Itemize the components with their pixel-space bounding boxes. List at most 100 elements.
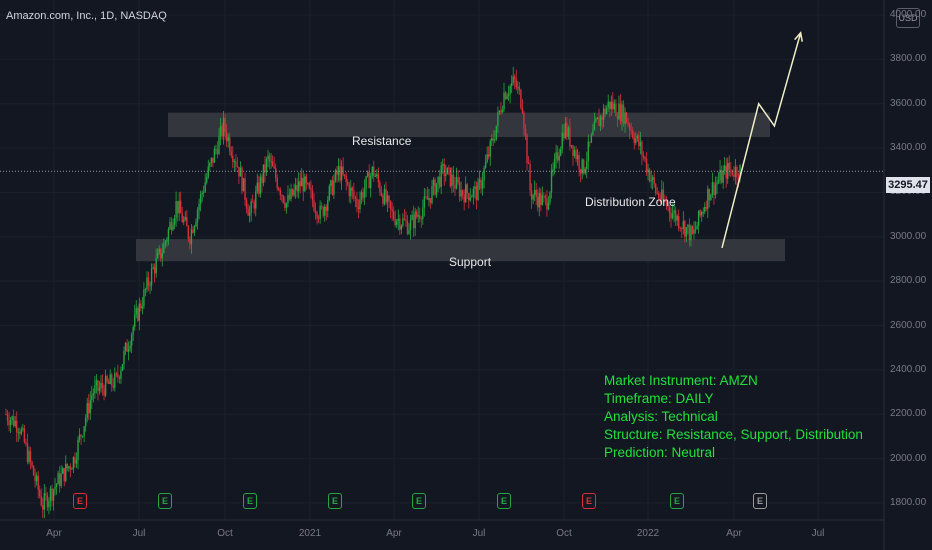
candle-body — [457, 177, 459, 183]
candle-body — [730, 169, 732, 171]
candle-body — [495, 125, 498, 140]
candle-body — [635, 138, 637, 143]
candle-body — [532, 194, 534, 200]
candle-body — [88, 403, 90, 414]
earnings-icon[interactable]: E — [243, 493, 257, 509]
candle-body — [65, 463, 67, 481]
candle-body — [290, 189, 292, 200]
candle-body — [417, 215, 419, 217]
candle-body — [350, 187, 352, 197]
candle-body — [91, 395, 93, 401]
candle-body — [507, 94, 510, 96]
candle-body — [308, 183, 311, 189]
candle-body — [655, 184, 657, 194]
candle-body — [409, 219, 412, 231]
candle-body — [276, 178, 278, 189]
candle-body — [6, 414, 9, 421]
candle-body — [613, 103, 616, 110]
candle-body — [527, 162, 530, 165]
candle-body — [345, 175, 347, 182]
candle-body — [230, 151, 232, 156]
time-tick-label: Apr — [46, 528, 62, 539]
candle-body — [596, 117, 599, 120]
candle-body — [622, 104, 625, 125]
candle-body — [23, 428, 26, 443]
candle-body — [469, 197, 472, 201]
time-tick-label: Jul — [132, 528, 146, 539]
candle-body — [20, 429, 23, 434]
candle-body — [598, 117, 600, 127]
candle-body — [685, 227, 688, 237]
candle-body — [42, 505, 44, 510]
candle-body — [206, 176, 208, 183]
candle-body — [377, 174, 380, 183]
candle-body — [146, 277, 148, 290]
candle-body — [582, 159, 585, 174]
candle-body — [514, 76, 516, 80]
candle-body — [541, 195, 544, 205]
candle-body — [627, 122, 629, 125]
last-price-tag: 3295.47 — [886, 177, 930, 193]
candle-body — [9, 419, 12, 426]
candle-body — [317, 218, 320, 220]
candle-body — [279, 190, 281, 196]
candle-body — [31, 461, 33, 467]
candle-body — [708, 188, 711, 201]
candle-body — [498, 110, 501, 113]
candle-body — [438, 176, 441, 187]
candle-body — [610, 101, 612, 110]
candle-body — [550, 170, 553, 193]
price-tick-label: 3400.00 — [890, 142, 927, 154]
candle-body — [80, 434, 82, 437]
candle-body — [720, 169, 723, 183]
candle-body — [221, 125, 223, 136]
candle-body — [394, 219, 396, 225]
candle-body — [281, 195, 283, 197]
candle-body — [337, 166, 340, 175]
earnings-icon[interactable]: E — [158, 493, 172, 509]
candle-body — [288, 194, 291, 200]
candle-body — [17, 432, 19, 433]
candle-body — [138, 303, 141, 321]
candle-body — [94, 385, 96, 394]
candle-body — [227, 137, 229, 142]
candle-body — [258, 182, 260, 194]
price-chart[interactable] — [0, 0, 932, 550]
candle-body — [46, 495, 49, 508]
candle-body — [399, 218, 401, 230]
earnings-icon[interactable]: E — [497, 493, 511, 509]
analysis-info-box: Market Instrument: AMZN Timeframe: DAILY… — [604, 372, 863, 462]
candle-body — [304, 176, 306, 192]
candle-body — [83, 426, 85, 437]
earnings-icon[interactable]: E — [670, 493, 684, 509]
candle-body — [690, 226, 692, 241]
candle-body — [422, 207, 424, 220]
candle-body — [448, 167, 450, 169]
candle-body — [163, 243, 165, 254]
candle-body — [642, 155, 645, 157]
candle-body — [28, 451, 30, 462]
candle-body — [693, 229, 695, 234]
earnings-icon[interactable]: E — [582, 493, 596, 509]
candle-body — [552, 168, 554, 171]
candle-body — [458, 182, 461, 197]
candle-body — [566, 122, 568, 137]
earnings-icon[interactable]: E — [412, 493, 426, 509]
candle-body — [238, 166, 240, 177]
candle-body — [504, 92, 507, 99]
candle-body — [650, 179, 652, 182]
candle-body — [491, 138, 493, 141]
candle-body — [615, 103, 617, 117]
candle-body — [621, 104, 623, 122]
candle-body — [81, 436, 84, 438]
candle-body — [442, 164, 444, 166]
candle-body — [537, 197, 539, 208]
earnings-icon[interactable]: E — [753, 493, 767, 509]
candle-body — [656, 193, 658, 194]
earnings-icon[interactable]: E — [73, 493, 87, 509]
candle-body — [224, 117, 226, 133]
candle-body — [670, 213, 672, 219]
candle-body — [126, 343, 128, 352]
earnings-icon[interactable]: E — [328, 493, 342, 509]
candle-body — [494, 139, 496, 141]
